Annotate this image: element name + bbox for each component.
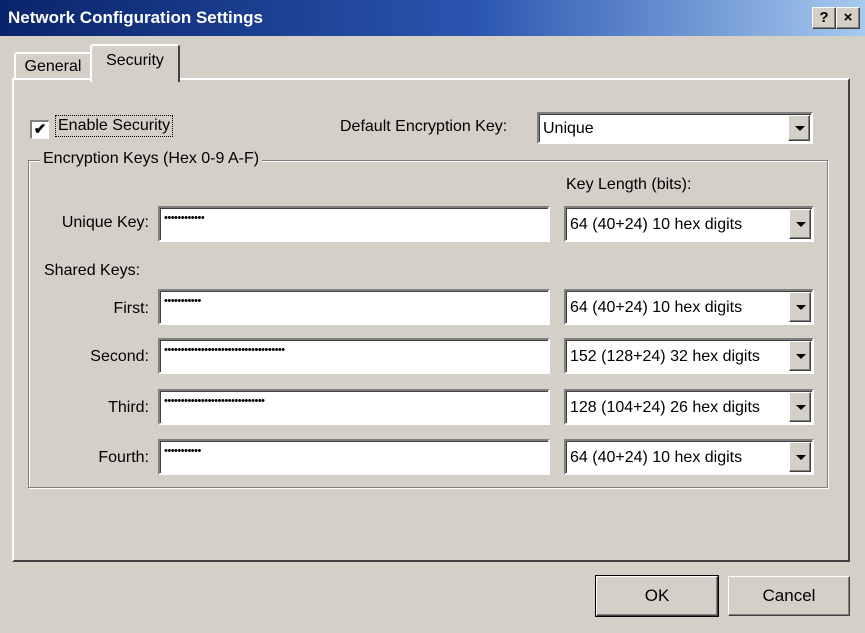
chevron-down-icon xyxy=(796,305,806,310)
unique-key-length-dropdown-button[interactable] xyxy=(789,209,811,239)
shared-key-third-input[interactable]: •••••••••••••••••••••••••••••• xyxy=(158,389,550,425)
cancel-button[interactable]: Cancel xyxy=(728,576,850,616)
shared-key-first-label: First: xyxy=(113,300,149,317)
window-title: Network Configuration Settings xyxy=(8,8,263,27)
unique-key-label: Unique Key: xyxy=(61,214,149,231)
unique-key-length-select[interactable]: 64 (40+24) 10 hex digits xyxy=(564,206,814,242)
shared-key-first-dropdown-button[interactable] xyxy=(789,292,811,322)
enable-security-label[interactable]: Enable Security xyxy=(54,115,174,137)
tab-general[interactable]: General xyxy=(14,52,92,80)
title-bar[interactable]: Network Configuration Settings ? × xyxy=(0,0,865,36)
default-key-dropdown-button[interactable] xyxy=(788,115,810,141)
enable-security-checkbox[interactable]: ✔ xyxy=(30,120,49,139)
chevron-down-icon xyxy=(795,126,805,131)
encryption-keys-legend: Encryption Keys (Hex 0-9 A-F) xyxy=(40,150,263,168)
shared-key-third-length-value: 128 (104+24) 26 hex digits xyxy=(570,399,760,416)
shared-key-first-length-select[interactable]: 64 (40+24) 10 hex digits xyxy=(564,289,814,325)
shared-key-first-length-value: 64 (40+24) 10 hex digits xyxy=(570,299,743,316)
shared-key-fourth-length-value: 64 (40+24) 10 hex digits xyxy=(570,449,743,466)
ok-button[interactable]: OK xyxy=(595,575,719,617)
shared-key-second-length-select[interactable]: 152 (128+24) 32 hex digits xyxy=(564,338,814,374)
chevron-down-icon xyxy=(796,354,806,359)
key-length-header: Key Length (bits): xyxy=(566,176,692,193)
close-button[interactable]: × xyxy=(836,7,860,29)
shared-key-second-length-value: 152 (128+24) 32 hex digits xyxy=(570,348,760,365)
unique-key-length-value: 64 (40+24) 10 hex digits xyxy=(570,216,743,233)
shared-key-fourth-length-select[interactable]: 64 (40+24) 10 hex digits xyxy=(564,439,814,475)
default-key-select[interactable]: Unique xyxy=(537,112,813,144)
help-button[interactable]: ? xyxy=(812,7,836,29)
chevron-down-icon xyxy=(796,455,806,460)
shared-key-first-input[interactable]: ••••••••••• xyxy=(158,289,550,325)
default-key-label: Default Encryption Key: xyxy=(340,118,508,135)
shared-key-second-dropdown-button[interactable] xyxy=(789,341,811,371)
chevron-down-icon xyxy=(796,222,806,227)
shared-keys-label: Shared Keys: xyxy=(44,262,141,279)
chevron-down-icon xyxy=(796,405,806,410)
shared-key-fourth-dropdown-button[interactable] xyxy=(789,442,811,472)
shared-key-second-input[interactable]: •••••••••••••••••••••••••••••••••••• xyxy=(158,338,550,374)
shared-key-fourth-label: Fourth: xyxy=(98,449,149,466)
shared-key-fourth-input[interactable]: ••••••••••• xyxy=(158,439,550,475)
default-key-value: Unique xyxy=(543,120,594,137)
tab-security[interactable]: Security xyxy=(90,44,180,82)
shared-key-second-label: Second: xyxy=(90,348,149,365)
shared-key-third-dropdown-button[interactable] xyxy=(789,392,811,422)
unique-key-input[interactable]: •••••••••••• xyxy=(158,206,550,242)
shared-key-third-label: Third: xyxy=(108,399,149,416)
shared-key-third-length-select[interactable]: 128 (104+24) 26 hex digits xyxy=(564,389,814,425)
